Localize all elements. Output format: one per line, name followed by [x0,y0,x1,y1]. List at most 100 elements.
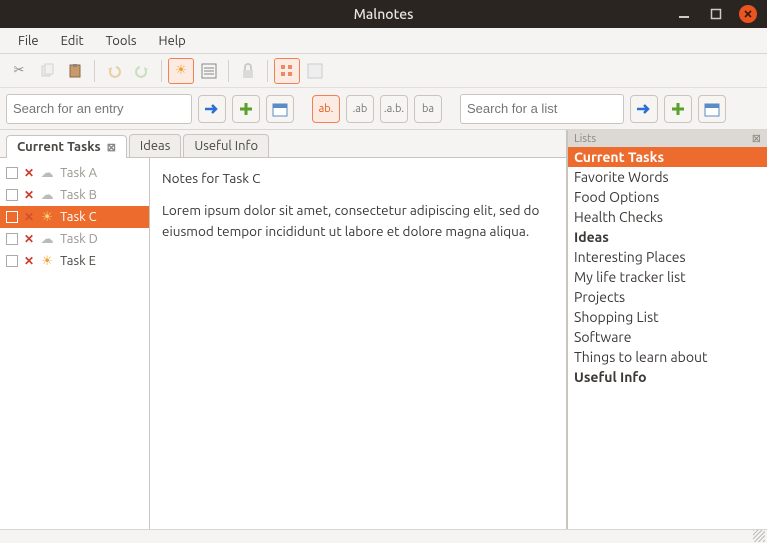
lists-header: Lists ⊠ [568,130,767,147]
tab-close-icon[interactable]: ⊠ [107,141,116,154]
entry-search-input[interactable] [13,101,185,116]
close-button[interactable] [739,5,757,23]
paste-button[interactable] [62,58,88,84]
plus-icon [239,102,253,116]
calendar-icon [272,101,288,117]
editor[interactable]: Notes for Task C Lorem ipsum dolor sit a… [150,158,566,529]
checkbox[interactable] [6,211,18,223]
filter-label: ab. [319,103,334,115]
resize-grip[interactable] [753,530,765,542]
task-row[interactable]: ✕ ☀ Task C [0,206,149,228]
menubar: File Edit Tools Help [0,28,767,54]
task-label: Task B [60,188,97,202]
list-item[interactable]: My life tracker list [568,267,767,287]
titlebar: Malnotes [0,0,767,28]
tab-current-tasks[interactable]: Current Tasks ⊠ [6,135,127,158]
tabs: Current Tasks ⊠ Ideas Useful Info [0,130,566,158]
toolbar-main: ✂ ☀ [0,54,767,88]
filter-ab-dot[interactable]: ab. [312,95,340,123]
minimize-button[interactable] [675,5,693,23]
separator [161,60,162,82]
highlight-toggle[interactable]: ☀ [168,58,194,84]
list-calendar-button[interactable] [698,95,726,123]
lock-button[interactable] [235,58,261,84]
blank-icon [307,63,323,79]
redo-button[interactable] [129,58,155,84]
lists-header-label: Lists [574,133,596,145]
undo-button[interactable] [101,58,127,84]
task-label: Task D [60,232,98,246]
checkbox[interactable] [6,255,18,267]
statusbar [0,529,767,543]
tab-useful-info[interactable]: Useful Info [183,134,269,157]
sun-icon: ☀ [175,63,187,78]
menu-help[interactable]: Help [149,31,196,51]
menu-tools[interactable]: Tools [96,31,147,51]
entry-add-button[interactable] [232,95,260,123]
menu-file[interactable]: File [8,31,49,51]
entry-go-button[interactable] [198,95,226,123]
filter-label: ba [422,103,434,115]
tab-ideas[interactable]: Ideas [129,134,181,157]
delete-icon[interactable]: ✕ [24,210,34,224]
delete-icon[interactable]: ✕ [24,254,34,268]
lists: Current Tasks Favorite Words Food Option… [568,147,767,529]
entry-calendar-button[interactable] [266,95,294,123]
lists-close-icon[interactable]: ⊠ [752,132,761,145]
list-search[interactable] [460,94,624,124]
delete-icon[interactable]: ✕ [24,166,34,180]
list-item[interactable]: Software [568,327,767,347]
delete-icon[interactable]: ✕ [24,232,34,246]
lines-toggle[interactable] [196,58,222,84]
list-go-button[interactable] [630,95,658,123]
filter-dot-ab[interactable]: .ab [346,95,374,123]
lines-icon [201,63,217,79]
delete-icon[interactable]: ✕ [24,188,34,202]
task-row[interactable]: ✕ ☀ Task E [0,250,149,272]
list-search-input[interactable] [467,101,617,116]
maximize-button[interactable] [707,5,725,23]
window-title: Malnotes [354,6,414,22]
list-item[interactable]: Ideas [568,227,767,247]
arrow-right-icon [636,102,652,116]
task-label: Task A [60,166,97,180]
checkbox[interactable] [6,189,18,201]
list-item[interactable]: Interesting Places [568,247,767,267]
list-item[interactable]: Useful Info [568,367,767,387]
list-item[interactable]: Current Tasks [568,147,767,167]
copy-button[interactable] [34,58,60,84]
checkbox[interactable] [6,167,18,179]
list-item[interactable]: Projects [568,287,767,307]
list-item[interactable]: Food Options [568,187,767,207]
grid-icon [279,63,295,79]
clipboard-icon [67,63,83,79]
menu-edit[interactable]: Edit [51,31,94,51]
toolbar-search: ab. .ab .a.b. ba [0,88,767,130]
task-label: Task E [60,254,96,268]
plus-icon [671,102,685,116]
separator [94,60,95,82]
filter-label: .ab [353,103,368,115]
tab-label: Useful Info [194,139,258,153]
checkbox[interactable] [6,233,18,245]
filter-ba[interactable]: ba [414,95,442,123]
separator [267,60,268,82]
separator [228,60,229,82]
arrow-right-icon [204,102,220,116]
tab-label: Current Tasks [17,140,101,154]
list-item[interactable]: Shopping List [568,307,767,327]
tab-pane: ✕ ☁ Task A ✕ ☁ Task B ✕ ☀ Task C [0,158,566,529]
task-list: ✕ ☁ Task A ✕ ☁ Task B ✕ ☀ Task C [0,158,150,529]
list-add-button[interactable] [664,95,692,123]
list-item[interactable]: Health Checks [568,207,767,227]
task-row[interactable]: ✕ ☁ Task A [0,162,149,184]
entry-search[interactable] [6,94,192,124]
task-row[interactable]: ✕ ☁ Task B [0,184,149,206]
list-item[interactable]: Favorite Words [568,167,767,187]
cut-button[interactable]: ✂ [6,58,32,84]
blank-toggle[interactable] [302,58,328,84]
grid-toggle[interactable] [274,58,300,84]
filter-a-b[interactable]: .a.b. [380,95,408,123]
list-item[interactable]: Things to learn about [568,347,767,367]
task-row[interactable]: ✕ ☁ Task D [0,228,149,250]
